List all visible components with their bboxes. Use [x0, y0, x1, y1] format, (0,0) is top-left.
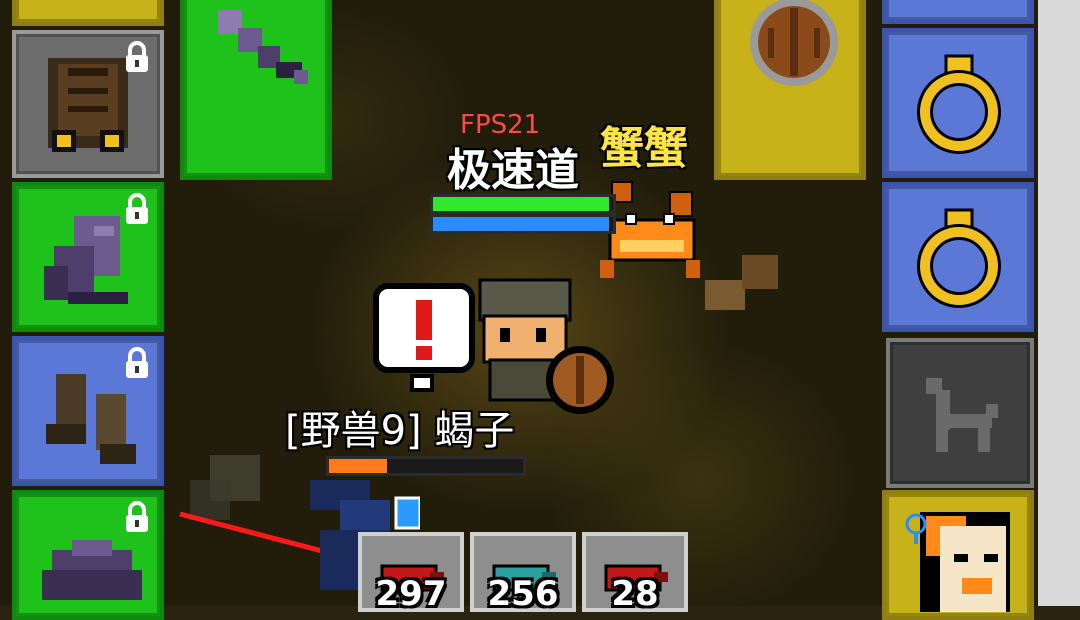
hero-portrait-slot[interactable] [882, 490, 1034, 620]
purple-sword-icon [218, 10, 308, 84]
equip-slot-ring-2[interactable] [882, 182, 1034, 332]
quick-slot-3[interactable]: 28 [582, 532, 688, 614]
equip-slot-pet[interactable] [886, 338, 1034, 488]
lock-icon [126, 347, 148, 378]
lock-icon [126, 501, 148, 532]
quick-slot-count: 256 [487, 574, 559, 614]
player-health-bar [430, 194, 616, 214]
equip-slot-shield[interactable] [714, 0, 866, 180]
slot-right-top[interactable] [882, 0, 1034, 24]
beast-health-fill [329, 459, 388, 473]
leather-boots-icon [46, 374, 136, 464]
equip-slot-weapon[interactable] [180, 0, 332, 180]
gold-ring-icon [917, 208, 1001, 308]
lock-icon [126, 41, 148, 72]
player-mana-fill [433, 217, 610, 231]
crab-name: 蟹蟹 [600, 123, 688, 174]
player-health-fill [433, 197, 610, 211]
equip-slot-gloves[interactable] [12, 182, 164, 332]
alert-bubble [373, 283, 475, 392]
hero-portrait-icon [905, 512, 1010, 612]
beast-health-bar [326, 456, 526, 476]
beast-label: [野兽9] 蝎子 [285, 408, 515, 454]
equip-slot-boots[interactable] [12, 336, 164, 486]
player-mana-bar [430, 214, 616, 234]
wooden-shield-icon [750, 0, 838, 86]
quick-slot-2[interactable]: 256 [470, 532, 576, 614]
quick-slot-1[interactable]: 297 [358, 532, 464, 614]
gold-ring-icon [917, 54, 1001, 154]
equip-slot-helmet[interactable] [12, 490, 164, 620]
quick-slot-count: 28 [611, 574, 659, 614]
equip-slot-ring-1[interactable] [882, 28, 1034, 178]
purple-helmet-icon [42, 540, 142, 600]
pet-silhouette-icon [926, 378, 998, 452]
quick-slot-count: 297 [375, 574, 447, 614]
player-name: 极速道 [447, 145, 579, 196]
lock-icon [126, 193, 148, 224]
status-effect-icon [394, 496, 420, 530]
equip-slot-armor[interactable] [12, 30, 164, 178]
slot-left-top[interactable] [12, 0, 164, 26]
